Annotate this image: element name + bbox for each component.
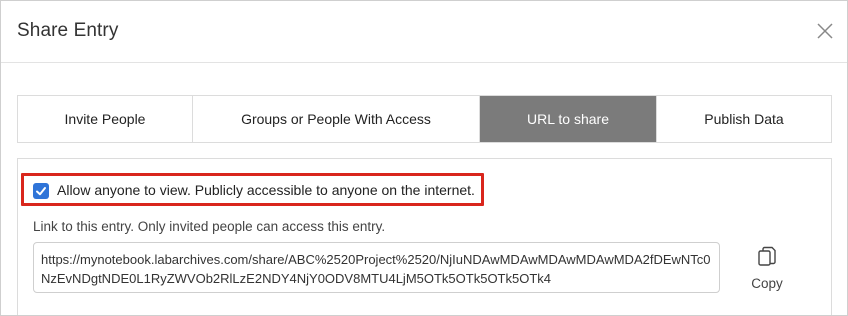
link-description: Link to this entry. Only invited people … xyxy=(33,219,386,234)
allow-anyone-checkbox[interactable] xyxy=(33,183,49,199)
share-url-field[interactable]: https://mynotebook.labarchives.com/share… xyxy=(33,242,720,293)
dialog-header: Share Entry xyxy=(1,1,847,63)
close-icon[interactable] xyxy=(816,22,834,40)
tab-url-to-share[interactable]: URL to share xyxy=(480,96,657,142)
share-tabs: Invite People Groups or People With Acce… xyxy=(17,95,832,143)
allow-anyone-label[interactable]: Allow anyone to view. Publicly accessibl… xyxy=(57,182,475,198)
tab-invite-people[interactable]: Invite People xyxy=(18,96,193,142)
tab-groups-or-people-with-access[interactable]: Groups or People With Access xyxy=(193,96,480,142)
copy-icon xyxy=(758,246,776,266)
copy-button[interactable]: Copy xyxy=(744,246,790,291)
tab-publish-data[interactable]: Publish Data xyxy=(657,96,831,142)
checkmark-icon xyxy=(36,187,46,196)
dialog-title: Share Entry xyxy=(17,20,119,41)
copy-label: Copy xyxy=(751,276,783,291)
